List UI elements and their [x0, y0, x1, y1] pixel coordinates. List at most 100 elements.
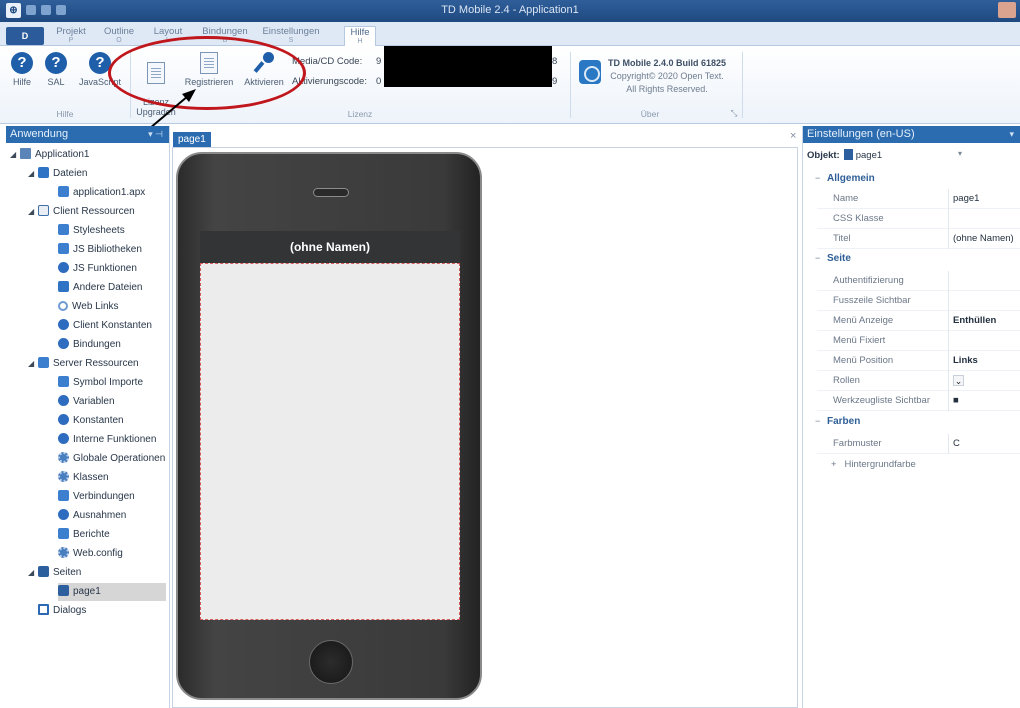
tree-item-ausnahmen[interactable]: Ausnahmen — [58, 507, 126, 525]
activation-code-value-start: 0 — [376, 76, 382, 87]
property-row-name[interactable]: Name page1 — [817, 189, 1020, 209]
property-row-css-klasse[interactable]: CSS Klasse — [817, 209, 1020, 229]
server-resources-icon — [38, 357, 49, 368]
tab-projekt[interactable]: Projekt P — [52, 26, 90, 46]
section-farben[interactable]: − Farben — [815, 416, 860, 427]
tree-item-bindungen[interactable]: Bindungen — [58, 336, 121, 354]
property-row-farbmuster[interactable]: Farbmuster C — [817, 434, 1020, 454]
tree-item-dateien[interactable]: ◢ Dateien — [28, 165, 87, 183]
panel-header: Anwendung ▾ ⊣ — [6, 126, 169, 143]
close-icon[interactable]: × — [790, 130, 796, 142]
tree-item-stylesheets[interactable]: Stylesheets — [58, 222, 125, 240]
sal-help-button[interactable]: ? SAL — [44, 52, 68, 87]
class-icon — [58, 471, 69, 482]
roles-dropdown-button[interactable]: ⌄ — [953, 375, 964, 386]
property-row-fusszeile[interactable]: Fusszeile Sichtbar — [817, 291, 1020, 311]
stylesheet-icon — [58, 224, 69, 235]
property-row-menue-position[interactable]: Menü Position Links — [817, 351, 1020, 371]
tree-item-berichte[interactable]: Berichte — [58, 526, 110, 544]
tree-item-globale-operationen[interactable]: Globale Operationen — [58, 450, 165, 468]
tree-item-client-ressourcen[interactable]: ◢ Client Ressourcen — [28, 203, 135, 221]
group-label-lizenz: Lizenz — [347, 109, 373, 119]
tree-item-js-bibliotheken[interactable]: JS Bibliotheken — [58, 241, 142, 259]
annotation-ellipse — [108, 36, 306, 110]
phone-content-area[interactable] — [200, 263, 460, 620]
object-selector[interactable]: Objekt: page1 — [807, 149, 882, 161]
tree-item-andere-dateien[interactable]: Andere Dateien — [58, 279, 143, 297]
help-icon: ? — [45, 52, 67, 74]
section-seite[interactable]: − Seite — [815, 253, 851, 264]
pin-icon[interactable]: ▾ — [1009, 126, 1014, 143]
property-row-menue-anzeige[interactable]: Menü Anzeige Enthüllen — [817, 311, 1020, 331]
phone-preview: (ohne Namen) — [176, 152, 482, 700]
property-row-werkzeugliste[interactable]: Werkzeugliste Sichtbar ■ — [817, 391, 1020, 411]
tree-item-verbindungen[interactable]: Verbindungen — [58, 488, 135, 506]
property-row-authentifizierung[interactable]: Authentifizierung — [817, 271, 1020, 291]
tree-item-konstanten[interactable]: Konstanten — [58, 412, 124, 430]
page-icon — [58, 585, 69, 596]
chevron-down-icon[interactable]: ▾ — [958, 149, 962, 158]
close-window-button[interactable] — [998, 2, 1016, 18]
tree-item-symbol-importe[interactable]: Symbol Importe — [58, 374, 143, 392]
group-separator — [570, 52, 571, 118]
tree-item-interne-funktionen[interactable]: Interne Funktionen — [58, 431, 156, 449]
tree-item-web-links[interactable]: Web Links — [58, 298, 119, 316]
application-icon — [20, 148, 31, 159]
pin-icon[interactable]: ▾ ⊣ — [148, 126, 163, 143]
tree-item-client-konstanten[interactable]: Client Konstanten — [58, 317, 152, 335]
product-version: TD Mobile 2.4.0 Build 61825 — [607, 58, 727, 68]
phone-title-bar[interactable]: (ohne Namen) — [200, 231, 460, 263]
tree-item-page1[interactable]: page1 — [58, 583, 166, 601]
tree-item-dialogs[interactable]: Dialogs — [38, 602, 86, 620]
settings-panel-title: Einstellungen (en-US) — [807, 128, 915, 140]
tab-page1[interactable]: page1 — [173, 132, 211, 147]
property-row-rollen[interactable]: Rollen ⌄ — [817, 371, 1020, 391]
tab-hilfe[interactable]: Hilfe H — [344, 26, 376, 47]
panel-title: Anwendung — [10, 128, 69, 140]
tree-item-seiten[interactable]: ◢ Seiten — [28, 564, 81, 582]
link-icon — [58, 301, 68, 311]
function-icon — [58, 433, 69, 444]
pages-icon — [38, 566, 49, 577]
tree-item-variablen[interactable]: Variablen — [58, 393, 115, 411]
group-label-hilfe: Hilfe — [56, 109, 74, 119]
config-icon — [58, 547, 69, 558]
window-title: TD Mobile 2.4 - Application1 — [441, 4, 579, 16]
dialog-launcher-icon[interactable]: ⤡ — [728, 108, 740, 119]
binding-icon — [58, 338, 69, 349]
tree-item-application1-apx[interactable]: application1.apx — [58, 184, 145, 202]
activation-code-value-end: 9 — [552, 76, 558, 87]
product-logo-icon — [579, 60, 601, 84]
phone-home-button — [309, 640, 353, 684]
tree-item-web-config[interactable]: Web.config — [58, 545, 123, 563]
tree-item-application1[interactable]: ◢ Application1 — [10, 146, 89, 164]
client-resources-icon — [38, 205, 49, 216]
group-label-ueber: Über — [640, 109, 660, 119]
help-button[interactable]: ? Hilfe — [10, 52, 34, 87]
tab-outline[interactable]: Outline O — [100, 26, 138, 46]
media-code-value-end: 8 — [552, 56, 558, 67]
connection-icon — [58, 490, 69, 501]
files-icon — [38, 167, 49, 178]
variable-icon — [58, 395, 69, 406]
property-row-hintergrundfarbe[interactable]: + Hintergrundfarbe — [831, 459, 916, 470]
group-separator — [742, 52, 743, 118]
property-row-titel[interactable]: Titel (ohne Namen) — [817, 229, 1020, 249]
page-icon — [843, 149, 853, 160]
report-icon — [58, 528, 69, 539]
settings-panel: Einstellungen (en-US) ▾ Objekt: page1 ▾ −… — [802, 126, 1020, 708]
help-icon: ? — [11, 52, 33, 74]
section-allgemein[interactable]: − Allgemein — [815, 173, 875, 184]
title-bar: ⊕ TD Mobile 2.4 - Application1 — [0, 0, 1020, 22]
tab-file[interactable]: D — [6, 27, 44, 45]
property-row-menue-fixiert[interactable]: Menü Fixiert — [817, 331, 1020, 351]
redaction-box — [384, 46, 552, 87]
constant-icon — [58, 414, 69, 425]
function-icon — [58, 262, 69, 273]
tree-item-js-funktionen[interactable]: JS Funktionen — [58, 260, 137, 278]
copyright: Copyright© 2020 Open Text. — [610, 71, 724, 81]
tree-item-server-ressourcen[interactable]: ◢ Server Ressourcen — [28, 355, 139, 373]
application-panel: Anwendung ▾ ⊣ ◢ Application1 ◢ Dateien app… — [6, 126, 170, 708]
tree-item-klassen[interactable]: Klassen — [58, 469, 109, 487]
toolbar-visible-checkbox[interactable]: ■ — [953, 395, 959, 406]
